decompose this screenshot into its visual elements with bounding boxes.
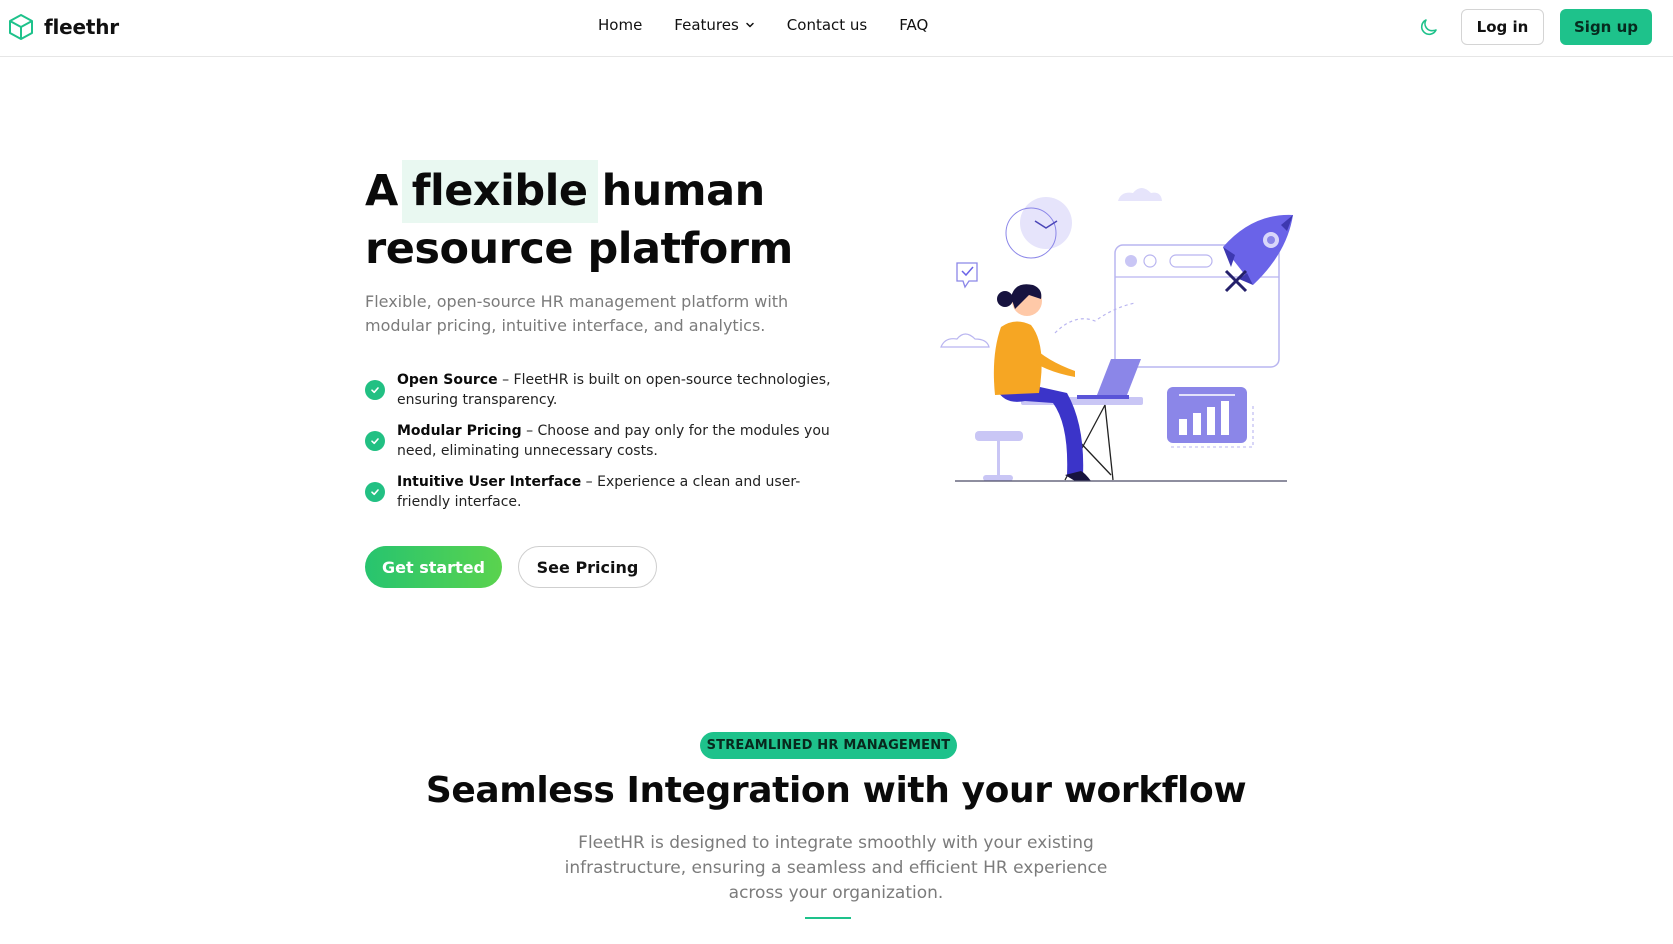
cube-icon — [9, 14, 33, 40]
hero-subtitle: Flexible, open-source HR management plat… — [365, 292, 789, 335]
nav-link-contact[interactable]: Contact us — [787, 16, 867, 34]
nav-link-faq[interactable]: FAQ — [899, 16, 928, 34]
login-button[interactable]: Log in — [1461, 9, 1544, 45]
nav-link-home[interactable]: Home — [598, 16, 642, 34]
feature-text: Open Source – FleetHR is built on open-s… — [397, 370, 845, 410]
section-subtitle: FleetHR is designed to integrate smoothl… — [564, 833, 1108, 903]
brand-name: fleethr — [44, 15, 119, 39]
feature-title: Modular Pricing — [397, 423, 522, 439]
list-item: Intuitive User Interface – Experience a … — [365, 472, 845, 512]
nav-link-label: Home — [598, 16, 643, 34]
list-item: Modular Pricing – Choose and pay only fo… — [365, 421, 845, 461]
get-started-button[interactable]: Get started — [365, 546, 502, 588]
feature-text: Modular Pricing – Choose and pay only fo… — [397, 421, 845, 461]
section-title: Seamless Integration with your workflow — [425, 770, 1247, 811]
chevron-down-icon — [746, 22, 754, 28]
section-divider — [805, 917, 851, 919]
nav-link-label: Contact us — [786, 16, 868, 34]
check-circle-icon — [365, 380, 385, 400]
brand-logo[interactable]: fleethr — [6, 12, 119, 42]
hero-title-start: A — [365, 166, 398, 216]
feature-list: Open Source – FleetHR is built on open-s… — [365, 370, 845, 523]
woman-at-laptop-illustration — [940, 188, 1293, 482]
hero-title: Aflexible human resource platform — [365, 160, 845, 276]
hero-title-highlight: flexible — [401, 160, 598, 223]
top-nav-bar: fleethr Home Features Contact us FAQ Log… — [0, 0, 1673, 57]
list-item: Open Source – FleetHR is built on open-s… — [365, 370, 845, 410]
feature-title: Intuitive User Interface — [397, 474, 582, 490]
moon-icon[interactable] — [1418, 16, 1440, 38]
check-circle-icon — [365, 482, 385, 502]
nav-link-label: FAQ — [899, 16, 929, 34]
nav-link-label: Features — [674, 16, 739, 34]
signup-button[interactable]: Sign up — [1560, 9, 1652, 45]
check-circle-icon — [365, 431, 385, 451]
feature-title: Open Source — [397, 372, 498, 388]
section-badge: STREAMLINED HR MANAGEMENT — [700, 732, 957, 759]
feature-text: Intuitive User Interface – Experience a … — [397, 472, 845, 512]
main-nav: Home Features Contact us FAQ — [598, 16, 960, 34]
see-pricing-button[interactable]: See Pricing — [518, 546, 657, 588]
nav-link-features[interactable]: Features — [674, 16, 755, 34]
